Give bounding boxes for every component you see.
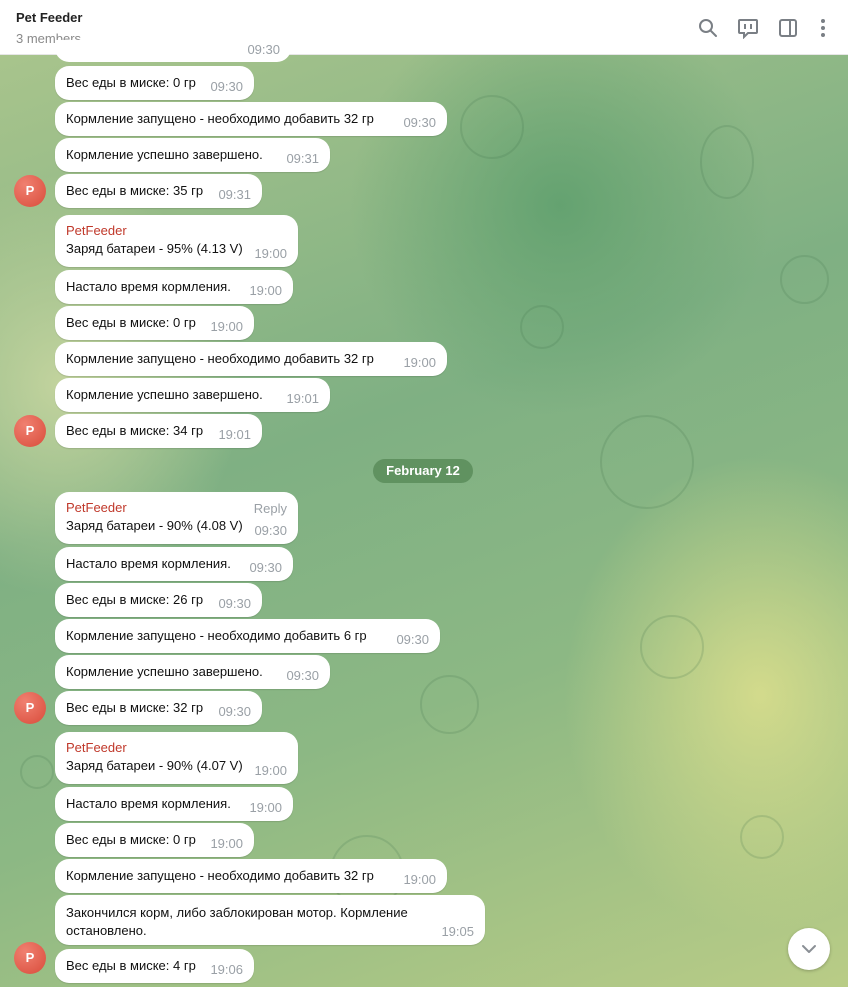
message-time: 19:00 — [249, 800, 282, 815]
message-text: Заряд батареи - 95% (4.13 V) — [66, 241, 243, 256]
message-time: 09:30 — [247, 42, 280, 57]
message-bubble[interactable]: Настало время кормления. 19:00 — [55, 787, 293, 821]
message-time: 09:30 — [210, 79, 243, 94]
message-bubble[interactable]: Кормление запущено - необходимо добавить… — [55, 342, 447, 376]
message-text: Заряд батареи - 90% (4.08 V) — [66, 518, 243, 533]
message-time: 09:30 — [254, 523, 287, 538]
sender-name[interactable]: PetFeeder — [66, 740, 127, 755]
message-bubble-partial[interactable]: 09:30 — [55, 40, 291, 62]
message-bubble[interactable]: Вес еды в миске: 34 гр 19:01 — [55, 414, 262, 448]
message-time: 19:01 — [218, 427, 251, 442]
message-text: Вес еды в миске: 35 гр — [66, 183, 204, 198]
more-vertical-icon[interactable] — [812, 17, 834, 39]
message-time: 09:30 — [396, 632, 429, 647]
message-bubble[interactable]: Вес еды в миске: 0 гр 19:00 — [55, 306, 254, 340]
message-text: Кормление запущено - необходимо добавить… — [66, 111, 374, 126]
message-time: 19:00 — [254, 246, 287, 261]
date-separator: February 12 — [373, 459, 473, 483]
message-bubble[interactable]: Закончился корм, либо заблокирован мотор… — [55, 895, 485, 945]
message-bubble[interactable]: Кормление успешно завершено. 19:01 — [55, 378, 330, 412]
message-text: Кормление запущено - необходимо добавить… — [66, 351, 374, 366]
message-text: Кормление запущено - необходимо добавить… — [66, 868, 374, 883]
message-bubble[interactable]: Вес еды в миске: 4 гр 19:06 — [55, 949, 254, 983]
message-time: 09:30 — [218, 596, 251, 611]
message-bubble[interactable]: Настало время кормления. 19:00 — [55, 270, 293, 304]
message-text: Вес еды в миске: 0 гр — [66, 832, 196, 847]
message-text: Вес еды в миске: 34 гр — [66, 423, 204, 438]
message-text: Вес еды в миске: 4 гр — [66, 958, 196, 973]
message-time: 19:00 — [210, 836, 243, 851]
message-time: 19:06 — [210, 962, 243, 977]
message-time: 19:00 — [403, 872, 436, 887]
message-time: 19:00 — [249, 283, 282, 298]
message-bubble[interactable]: Кормление запущено - необходимо добавить… — [55, 859, 447, 893]
message-time: 19:00 — [210, 319, 243, 334]
message-text: Настало время кормления. — [66, 279, 231, 294]
avatar[interactable]: P — [14, 692, 46, 724]
message-bubble[interactable]: PetFeeder Заряд батареи - 90% (4.08 V) R… — [55, 492, 298, 544]
message-bubble[interactable]: Кормление запущено - необходимо добавить… — [55, 102, 447, 136]
message-bubble[interactable]: Вес еды в миске: 0 гр 19:00 — [55, 823, 254, 857]
message-text: Кормление успешно завершено. — [66, 387, 263, 402]
avatar[interactable]: P — [14, 415, 46, 447]
message-bubble[interactable]: Вес еды в миске: 0 гр 09:30 — [55, 66, 254, 100]
message-time: 19:01 — [286, 391, 319, 406]
scroll-to-bottom-button[interactable] — [788, 928, 830, 970]
message-time: 09:30 — [249, 560, 282, 575]
message-text: Настало время кормления. — [66, 796, 231, 811]
message-text: Кормление запущено - необходимо добавить… — [66, 628, 367, 643]
message-time: 09:31 — [218, 187, 251, 202]
message-bubble[interactable]: Вес еды в миске: 32 гр 09:30 — [55, 691, 262, 725]
message-text: Вес еды в миске: 26 гр — [66, 592, 204, 607]
reply-button[interactable]: Reply — [254, 501, 287, 516]
message-text: Настало время кормления. — [66, 556, 231, 571]
message-time: 09:30 — [218, 704, 251, 719]
sidebar-toggle-icon[interactable] — [777, 17, 799, 39]
message-bubble[interactable]: PetFeeder Заряд батареи - 90% (4.07 V) 1… — [55, 732, 298, 784]
chat-title[interactable]: Pet Feeder — [16, 10, 82, 25]
message-text: Вес еды в миске: 0 гр — [66, 75, 196, 90]
message-text: Кормление успешно завершено. — [66, 664, 263, 679]
message-bubble[interactable]: Кормление успешно завершено. 09:31 — [55, 138, 330, 172]
sender-name[interactable]: PetFeeder — [66, 223, 127, 238]
sender-name[interactable]: PetFeeder — [66, 500, 127, 515]
avatar[interactable]: P — [14, 942, 46, 974]
message-bubble[interactable]: PetFeeder Заряд батареи - 95% (4.13 V) 1… — [55, 215, 298, 267]
message-time: 19:00 — [254, 763, 287, 778]
message-bubble[interactable]: Вес еды в миске: 26 гр 09:30 — [55, 583, 262, 617]
comments-icon[interactable] — [737, 17, 759, 39]
message-time: 19:05 — [441, 924, 474, 939]
search-icon[interactable] — [697, 17, 719, 39]
message-time: 19:00 — [403, 355, 436, 370]
message-time: 09:30 — [286, 668, 319, 683]
chevron-down-icon — [802, 945, 816, 953]
avatar[interactable]: P — [14, 175, 46, 207]
message-text: Заряд батареи - 90% (4.07 V) — [66, 758, 243, 773]
message-text: Кормление успешно завершено. — [66, 147, 263, 162]
message-time: 09:30 — [403, 115, 436, 130]
message-bubble[interactable]: Вес еды в миске: 35 гр 09:31 — [55, 174, 262, 208]
message-text: Вес еды в миске: 32 гр — [66, 700, 204, 715]
message-bubble[interactable]: Кормление успешно завершено. 09:30 — [55, 655, 330, 689]
message-bubble[interactable]: Кормление запущено - необходимо добавить… — [55, 619, 440, 653]
message-time: 09:31 — [286, 151, 319, 166]
message-text: Закончился корм, либо заблокирован мотор… — [66, 905, 408, 938]
message-text: Вес еды в миске: 0 гр — [66, 315, 196, 330]
message-bubble[interactable]: Настало время кормления. 09:30 — [55, 547, 293, 581]
